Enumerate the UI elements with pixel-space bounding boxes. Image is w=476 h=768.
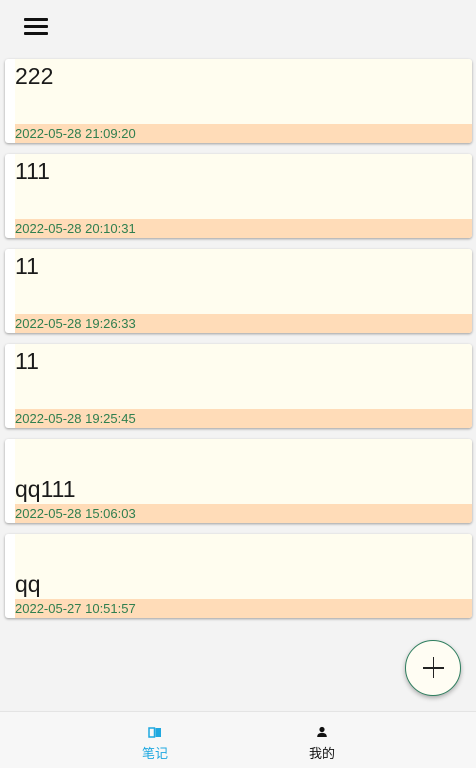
tab-mine[interactable]: 我的 [203, 712, 441, 768]
note-body: 11 [15, 344, 472, 409]
note-card[interactable]: qq 2022-05-27 10:51:57 [5, 534, 472, 618]
top-app-bar [0, 0, 476, 56]
note-title: 222 [15, 63, 54, 89]
note-timestamp: 2022-05-28 19:26:33 [15, 314, 472, 333]
tab-mine-label: 我的 [308, 747, 335, 762]
add-note-button[interactable] [405, 640, 461, 696]
note-card[interactable]: 11 2022-05-28 19:26:33 [5, 249, 472, 333]
menu-icon[interactable] [22, 16, 50, 38]
person-icon [317, 726, 327, 737]
note-body: 11 [15, 249, 472, 314]
note-card[interactable]: qq111 2022-05-28 15:06:03 [5, 439, 472, 523]
note-timestamp: 2022-05-27 10:51:57 [15, 599, 472, 618]
note-title: qq [15, 571, 41, 597]
note-timestamp: 2022-05-28 21:09:20 [15, 124, 472, 143]
note-body: qq [15, 534, 472, 599]
menu-line [24, 25, 48, 28]
note-timestamp: 2022-05-28 20:10:31 [15, 219, 472, 238]
menu-line [24, 32, 48, 35]
note-body: 111 [15, 154, 472, 219]
bottom-navigation: 笔记 我的 [0, 711, 476, 768]
note-card[interactable]: 111 2022-05-28 20:10:31 [5, 154, 472, 238]
note-timestamp: 2022-05-28 15:06:03 [15, 504, 472, 523]
note-card[interactable]: 222 2022-05-28 21:09:20 [5, 59, 472, 143]
note-title: 11 [15, 253, 39, 279]
menu-line [24, 18, 48, 21]
plus-icon [432, 657, 434, 678]
note-title: 111 [15, 158, 50, 184]
note-timestamp: 2022-05-28 19:25:45 [15, 409, 472, 428]
book-icon [148, 727, 161, 738]
note-body: qq111 [15, 439, 472, 504]
notes-list: 222 2022-05-28 21:09:20 111 2022-05-28 2… [5, 59, 472, 629]
note-title: qq111 [15, 476, 76, 502]
note-card[interactable]: 11 2022-05-28 19:25:45 [5, 344, 472, 428]
note-title: 11 [15, 348, 39, 374]
note-body: 222 [15, 59, 472, 124]
